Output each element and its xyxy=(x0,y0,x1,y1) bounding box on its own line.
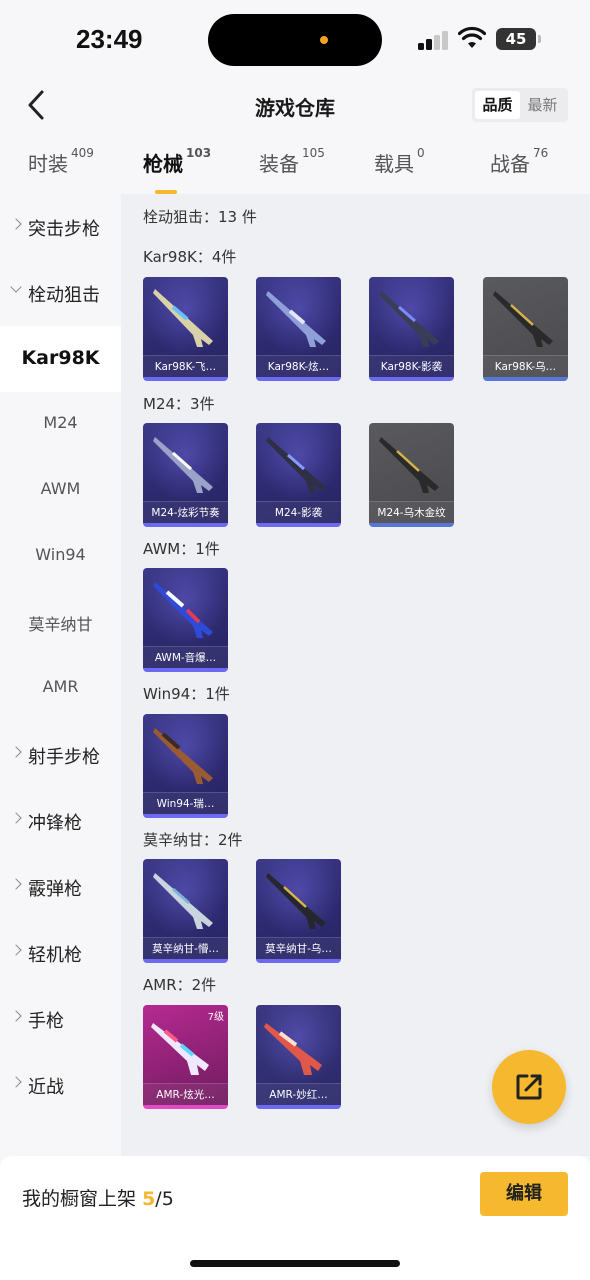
group-title-awm: AWM：1件 xyxy=(143,540,220,558)
group-title-m24: M24：3件 xyxy=(143,395,215,413)
sidebar-item-marksman-rifle[interactable]: 射手步枪 xyxy=(0,722,121,788)
item-caption: Win94-瑞… xyxy=(143,792,228,814)
showcase-count: 5 xyxy=(142,1188,156,1210)
rifle-icon xyxy=(493,291,553,347)
wifi-icon xyxy=(458,26,486,48)
chevron-right-icon xyxy=(10,1010,22,1022)
home-indicator[interactable] xyxy=(190,1260,400,1267)
item-card[interactable]: Kar98K-乌… xyxy=(483,277,568,381)
chevron-right-icon xyxy=(10,1076,22,1088)
chevron-right-icon xyxy=(10,944,22,956)
chevron-right-icon xyxy=(10,878,22,890)
rifle-icon xyxy=(379,437,439,493)
sidebar-item-awm[interactable]: AWM xyxy=(0,458,121,524)
item-grid-panel: 栓动狙击：13 件 Kar98K：4件 Kar98K-飞… Kar98K-炫… … xyxy=(121,194,590,1156)
cellular-signal-icon xyxy=(418,30,450,50)
rifle-icon xyxy=(153,728,213,784)
item-card[interactable]: Kar98K-飞… xyxy=(143,277,228,381)
showcase-total: /5 xyxy=(155,1188,174,1210)
rifle-icon xyxy=(266,873,326,929)
rifle-icon xyxy=(153,873,213,929)
item-card[interactable]: Win94-瑞… xyxy=(143,714,228,818)
item-card[interactable]: 莫辛纳甘-懵… xyxy=(143,859,228,963)
sort-toggle: 品质 最新 xyxy=(472,88,568,122)
sidebar-item-kar98k[interactable]: Kar98K xyxy=(0,326,121,392)
chevron-right-icon xyxy=(10,218,22,230)
showcase-status: 我的橱窗上架 5/5 xyxy=(22,1184,174,1211)
sidebar-item-assault-rifle[interactable]: 突击步枪 xyxy=(0,194,121,260)
item-caption: AWM-音爆… xyxy=(143,646,228,668)
sidebar-item-bolt-action-sniper[interactable]: 栓动狙击 xyxy=(0,260,121,326)
rifle-icon xyxy=(266,291,326,347)
group-title-kar98k: Kar98K：4件 xyxy=(143,248,237,266)
tab-vehicles[interactable]: 载具 0 xyxy=(374,146,425,177)
sidebar-item-m24[interactable]: M24 xyxy=(0,392,121,458)
chevron-right-icon xyxy=(10,812,22,824)
share-button[interactable] xyxy=(492,1050,566,1124)
showcase-label: 我的橱窗上架 xyxy=(22,1188,137,1210)
sidebar-item-amr[interactable]: AMR xyxy=(0,656,121,722)
item-card[interactable]: Kar98K-影袭 xyxy=(369,277,454,381)
item-caption: AMR-妙红… xyxy=(256,1083,341,1105)
rifle-icon xyxy=(153,289,213,347)
sidebar-item-lmg[interactable]: 轻机枪 xyxy=(0,920,121,986)
status-bar: 23:49 45 xyxy=(0,0,590,80)
external-link-icon xyxy=(516,1074,542,1100)
rifle-icon xyxy=(379,291,439,347)
category-summary: 栓动狙击：13 件 xyxy=(143,208,257,226)
sidebar-item-pistol[interactable]: 手枪 xyxy=(0,986,121,1052)
recording-dot xyxy=(320,36,328,44)
sidebar: 突击步枪 栓动狙击 Kar98K M24 AWM Win94 莫辛纳甘 AMR … xyxy=(0,194,121,1156)
tab-firearms[interactable]: 枪械 103 xyxy=(143,146,211,194)
item-card[interactable]: Kar98K-炫… xyxy=(256,277,341,381)
edit-button[interactable]: 编辑 xyxy=(480,1172,568,1216)
item-card[interactable]: 7级 AMR-炫光… xyxy=(143,1005,228,1109)
sidebar-item-melee[interactable]: 近战 xyxy=(0,1052,121,1118)
group-title-mosin-nagant: 莫辛纳甘：2件 xyxy=(143,831,243,849)
sort-option-quality[interactable]: 品质 xyxy=(475,91,520,119)
rifle-icon xyxy=(264,1023,322,1075)
item-caption: Kar98K-影袭 xyxy=(369,355,454,377)
item-caption: M24-炫彩节奏 xyxy=(143,501,228,523)
item-card[interactable]: M24-乌木金纹 xyxy=(369,423,454,527)
item-level-badge: 7级 xyxy=(207,1012,224,1023)
header: 游戏仓库 品质 最新 xyxy=(0,80,590,130)
item-caption: AMR-炫光… xyxy=(143,1083,228,1105)
item-card[interactable]: M24-炫彩节奏 xyxy=(143,423,228,527)
item-caption: M24-影袭 xyxy=(256,501,341,523)
item-caption: Kar98K-炫… xyxy=(256,355,341,377)
sidebar-item-smg[interactable]: 冲锋枪 xyxy=(0,788,121,854)
group-title-win94: Win94：1件 xyxy=(143,685,230,703)
sort-option-latest[interactable]: 最新 xyxy=(520,91,565,119)
item-card[interactable]: 莫辛纳甘-乌… xyxy=(256,859,341,963)
tab-supplies[interactable]: 战备 76 xyxy=(490,146,548,177)
item-caption: M24-乌木金纹 xyxy=(369,501,454,523)
rifle-icon xyxy=(153,582,213,638)
item-card[interactable]: AWM-音爆… xyxy=(143,568,228,672)
sidebar-item-mosin-nagant[interactable]: 莫辛纳甘 xyxy=(0,590,121,656)
chevron-right-icon xyxy=(10,746,22,758)
sidebar-item-win94[interactable]: Win94 xyxy=(0,524,121,590)
dynamic-island xyxy=(208,14,382,66)
item-caption: Kar98K-飞… xyxy=(143,355,228,377)
rifle-icon xyxy=(266,437,326,493)
item-caption: 莫辛纳甘-乌… xyxy=(256,937,341,959)
group-title-amr: AMR：2件 xyxy=(143,976,217,994)
sidebar-item-shotgun[interactable]: 霰弹枪 xyxy=(0,854,121,920)
item-caption: 莫辛纳甘-懵… xyxy=(143,937,228,959)
chevron-down-icon xyxy=(10,281,22,293)
category-tabs: 时装 409 枪械 103 装备 105 载具 0 战备 76 xyxy=(0,142,590,194)
tab-equipment[interactable]: 装备 105 xyxy=(259,146,325,177)
tab-fashion[interactable]: 时装 409 xyxy=(28,146,94,177)
rifle-icon xyxy=(153,437,213,493)
item-card[interactable]: M24-影袭 xyxy=(256,423,341,527)
battery-icon: 45 xyxy=(496,28,541,50)
item-card[interactable]: AMR-妙红… xyxy=(256,1005,341,1109)
status-time: 23:49 xyxy=(76,24,143,54)
item-caption: Kar98K-乌… xyxy=(483,355,568,377)
